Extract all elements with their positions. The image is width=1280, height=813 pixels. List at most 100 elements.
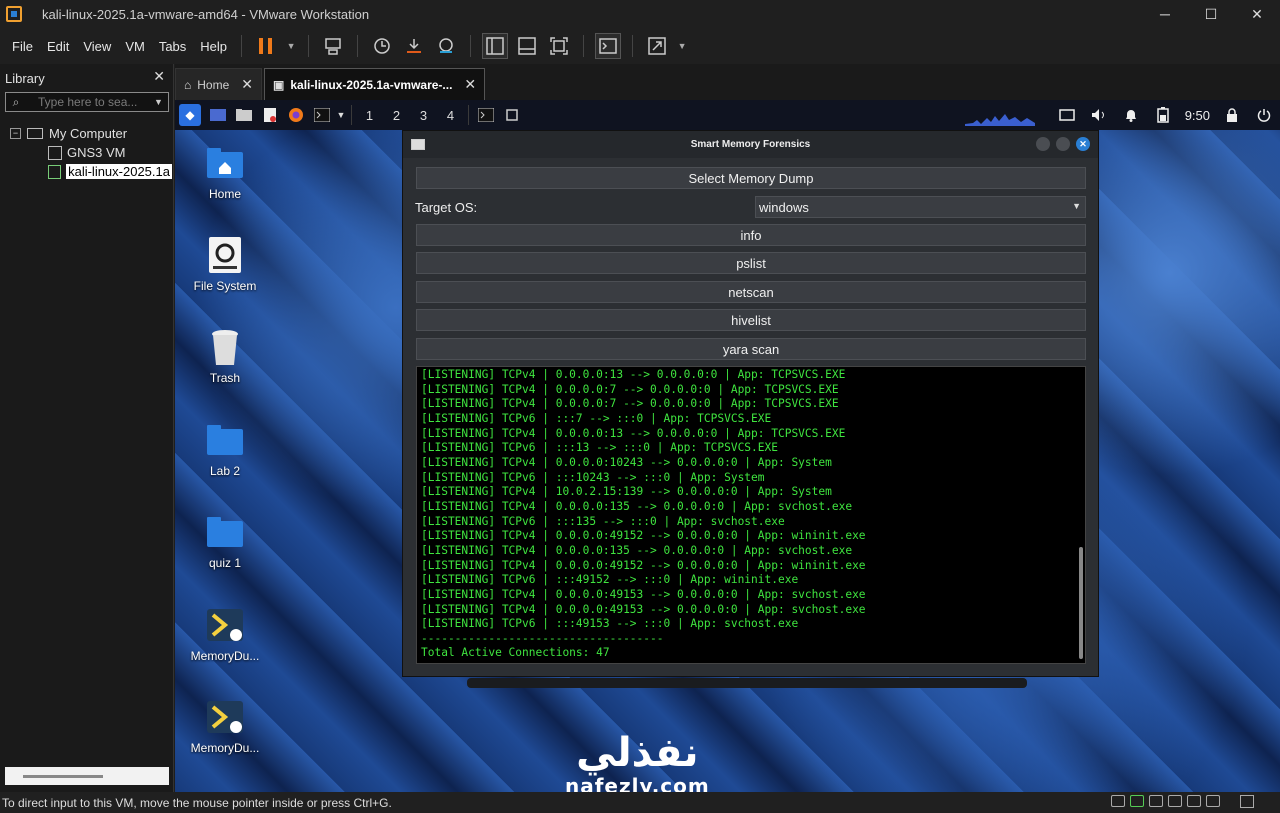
close-icon[interactable]: ✕ [464, 76, 476, 93]
app-close-icon[interactable]: ✕ [1076, 137, 1090, 151]
watermark-arabic: نفذلي [576, 730, 699, 776]
tab-kali-vm[interactable]: ▣ kali-linux-2025.1a-vmware-... ✕ [264, 68, 486, 100]
app-maximize-button[interactable] [1056, 137, 1070, 151]
app-minimize-button[interactable] [1036, 137, 1050, 151]
yara-scan-button[interactable]: yara scan [416, 338, 1086, 360]
send-ctrl-alt-del-icon[interactable] [320, 33, 346, 59]
library-view-icon[interactable] [482, 33, 509, 59]
trash-icon [207, 329, 243, 365]
chevron-down-icon[interactable]: ▼ [154, 97, 168, 107]
tab-home[interactable]: ⌂ Home ✕ [175, 68, 262, 100]
panel-separator [351, 105, 352, 125]
full-screen-icon[interactable] [546, 33, 572, 59]
console-view-icon[interactable] [595, 33, 622, 59]
desktop-icon-lab-2[interactable]: Lab 2 [175, 422, 275, 478]
library-scrollbar[interactable] [5, 767, 169, 785]
desktop-icon-label: Home [208, 187, 241, 201]
taskbar-app-icon[interactable] [499, 103, 525, 127]
desktop-icon-memorydump-1[interactable]: MemoryDu... [175, 607, 275, 663]
desktop-icon-file-system[interactable]: File System [175, 237, 275, 293]
menu-edit[interactable]: Edit [41, 39, 75, 54]
sound-status-icon[interactable] [1187, 795, 1201, 807]
notification-bell-icon[interactable] [1115, 103, 1147, 127]
cd-status-icon[interactable] [1149, 795, 1163, 807]
network-status-icon[interactable] [1130, 795, 1144, 807]
hdd-status-icon[interactable] [1111, 795, 1125, 807]
console-scrollbar[interactable] [1079, 547, 1083, 659]
terminal-icon[interactable] [309, 103, 335, 127]
scrollbar-thumb[interactable] [23, 775, 103, 778]
python-script-icon [207, 607, 243, 643]
desktop-icon-memorydump-2[interactable]: MemoryDu... [175, 699, 275, 755]
pslist-button[interactable]: pslist [416, 252, 1086, 274]
display-status-icon[interactable] [1206, 795, 1220, 807]
power-icon[interactable] [1248, 103, 1280, 127]
desktop-icon-quiz-1[interactable]: quiz 1 [175, 514, 275, 570]
library-search-input[interactable]: ⌕ Type here to sea... ▼ [5, 92, 169, 112]
menu-file[interactable]: File [6, 39, 39, 54]
show-desktop-icon[interactable] [205, 103, 231, 127]
maximize-button[interactable]: ☐ [1188, 0, 1234, 28]
tree-item-label: My Computer [49, 126, 128, 141]
kali-menu-icon[interactable]: ◆ [179, 104, 201, 126]
workspace-3[interactable]: 3 [410, 103, 437, 127]
minimize-button[interactable]: ─ [1142, 0, 1188, 28]
fit-window-icon[interactable] [1240, 795, 1254, 808]
pause-icon[interactable] [253, 33, 279, 59]
menu-help[interactable]: Help [194, 39, 233, 54]
vm-running-icon [48, 164, 62, 179]
chevron-down-icon[interactable]: ▼ [285, 33, 297, 59]
console-lines: [LISTENING] TCPv4 | 0.0.0.0:13 --> 0.0.0… [421, 368, 1085, 661]
close-button[interactable]: ✕ [1234, 0, 1280, 28]
snapshot-manager-icon[interactable] [433, 33, 459, 59]
console-line: [LISTENING] TCPv6 | :::10243 --> :::0 | … [421, 470, 765, 484]
volume-icon[interactable] [1083, 103, 1115, 127]
select-memory-dump-button[interactable]: Select Memory Dump [416, 167, 1086, 189]
tree-item-gns3-vm[interactable]: GNS3 VM [10, 143, 172, 162]
thumbnail-bar-icon[interactable] [514, 33, 540, 59]
menu-bar: File Edit View VM Tabs Help ▼ ▼ [0, 28, 1280, 64]
console-line: [LISTENING] TCPv4 | 0.0.0.0:49153 --> 0.… [421, 602, 866, 616]
tree-item-my-computer[interactable]: − My Computer [10, 124, 172, 143]
toolbar-separator [241, 35, 243, 57]
collapse-icon[interactable]: − [10, 128, 21, 139]
app-title-bar: Smart Memory Forensics ✕ [403, 131, 1098, 158]
file-manager-icon[interactable] [231, 103, 257, 127]
menu-view[interactable]: View [77, 39, 117, 54]
workspace-1[interactable]: 1 [356, 103, 383, 127]
info-button[interactable]: info [416, 224, 1086, 246]
tab-label: kali-linux-2025.1a-vmware-... [290, 77, 453, 92]
hivelist-button[interactable]: hivelist [416, 309, 1086, 331]
close-icon[interactable]: ✕ [241, 76, 253, 93]
output-console[interactable]: [LISTENING] TCPv4 | 0.0.0.0:13 --> 0.0.0… [416, 366, 1086, 664]
battery-icon[interactable] [1147, 103, 1179, 127]
lock-icon[interactable] [1216, 103, 1248, 127]
library-close-icon[interactable]: ✕ [153, 68, 165, 85]
menu-vm[interactable]: VM [119, 39, 151, 54]
chevron-down-icon[interactable]: ▼ [676, 33, 688, 59]
workspace-2[interactable]: 2 [383, 103, 410, 127]
vmware-icon [6, 6, 22, 22]
netscan-button[interactable]: netscan [416, 281, 1086, 303]
taskbar-terminal-icon[interactable] [473, 103, 499, 127]
menu-tabs[interactable]: Tabs [153, 39, 192, 54]
clock[interactable]: 9:50 [1179, 108, 1216, 123]
revert-snapshot-icon[interactable] [401, 33, 427, 59]
tree-item-kali-linux[interactable]: kali-linux-2025.1a [10, 162, 172, 181]
vm-screen[interactable]: ◆ ▼ 1 2 3 4 9:50 Home File System Trash … [175, 100, 1280, 792]
usb-status-icon[interactable] [1168, 795, 1182, 807]
desktop-icon-trash[interactable]: Trash [175, 329, 275, 385]
chevron-down-icon[interactable]: ▼ [335, 103, 347, 127]
stretch-guest-icon[interactable] [644, 33, 670, 59]
workspace-4[interactable]: 4 [437, 103, 464, 127]
desktop-icon-home[interactable]: Home [175, 145, 275, 201]
python-script-icon [207, 699, 243, 735]
firefox-icon[interactable] [283, 103, 309, 127]
target-os-select[interactable]: windows ▼ [755, 196, 1086, 218]
tree-item-label: GNS3 VM [67, 145, 126, 160]
text-editor-icon[interactable] [257, 103, 283, 127]
search-icon: ⌕ [12, 94, 20, 109]
display-icon[interactable] [1051, 103, 1083, 127]
snapshot-icon[interactable] [369, 33, 395, 59]
chevron-down-icon: ▼ [1072, 201, 1081, 211]
